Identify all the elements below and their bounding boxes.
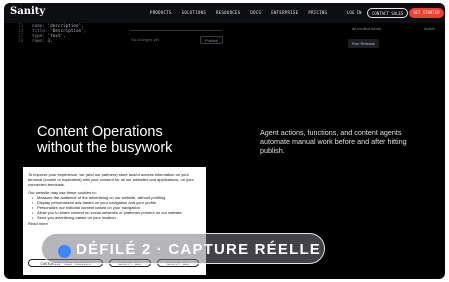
- nav-pricing[interactable]: PRICING: [308, 10, 327, 15]
- code-key: rows:: [32, 39, 45, 44]
- panel-divider: [130, 30, 222, 31]
- nav-products[interactable]: PRODUCTS: [150, 10, 172, 15]
- hero-headline: Content Operations without the busywork: [37, 124, 172, 156]
- cookie-purpose-list: Measure the audience of the advertising …: [32, 195, 201, 220]
- nav-solutions[interactable]: SOLUTIONS: [182, 10, 206, 15]
- headline-line-1: Content Operations: [37, 124, 163, 140]
- schema-code-snippet: 13 name: 'description', 14 title: 'Descrip…: [18, 24, 86, 44]
- publish-button[interactable]: Publish: [200, 36, 224, 44]
- nav-resources[interactable]: RESOURCES: [216, 10, 240, 15]
- scroll-capture-overlay: DÉFILÉ 2 · CAPTURE RÉELLE: [41, 233, 325, 264]
- line-number: 18: [18, 39, 24, 44]
- hero-subtext: Agent actions, functions, and content ag…: [260, 128, 407, 155]
- read-more-link[interactable]: Read more: [28, 221, 201, 226]
- get-started-button[interactable]: GET STARTED: [409, 8, 444, 18]
- code-value: 3,: [47, 39, 53, 44]
- status-badge: Active: [424, 26, 435, 31]
- content-items-label: all content items: [352, 26, 381, 31]
- cookie-intro: To improve your experience, we (and our …: [28, 172, 194, 187]
- run-release-button[interactable]: Run Release: [348, 39, 380, 48]
- nav-docs[interactable]: DOCS: [250, 10, 261, 15]
- contact-sales-button[interactable]: CONTACT SALES: [367, 8, 409, 18]
- code-line: 18 rows: 3,: [18, 39, 86, 44]
- nav-enterprise[interactable]: ENTERPRISE: [271, 10, 298, 15]
- no-changes-text: No changes yet: [131, 37, 159, 42]
- record-dot-icon: [58, 245, 71, 258]
- browser-viewport: Sanity PRODUCTS SOLUTIONS RESOURCES DOCS…: [4, 3, 445, 279]
- overlay-label: DÉFILÉ 2 · CAPTURE RÉELLE: [76, 241, 322, 258]
- top-navigation: Sanity PRODUCTS SOLUTIONS RESOURCES DOCS…: [4, 3, 445, 23]
- headline-line-2: without the busywork: [37, 140, 173, 156]
- login-link[interactable]: LOG IN: [347, 10, 361, 15]
- sanity-logo[interactable]: Sanity: [10, 6, 45, 17]
- list-item: Send you advertising based on your locat…: [32, 215, 201, 220]
- main-nav: PRODUCTS SOLUTIONS RESOURCES DOCS ENTERP…: [150, 10, 327, 15]
